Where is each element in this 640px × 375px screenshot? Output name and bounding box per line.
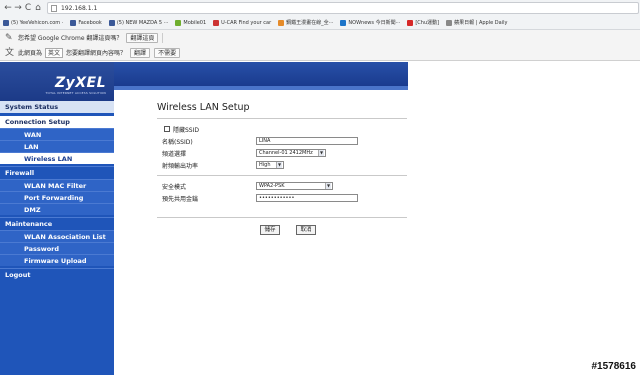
menu-system-status[interactable]: System Status [0, 101, 114, 113]
translate-options-bar: 文 此網頁為 英文 您要翻譯網頁內容嗎？ 翻譯 不需要 [0, 45, 640, 61]
bookmarks-bar: (5) YeeVehicon.com · Facebook (5) NEW MAZD… [0, 16, 640, 30]
menu-logout[interactable]: Logout [0, 268, 114, 280]
menu-item-port-forwarding[interactable]: Port Forwarding [0, 191, 114, 203]
reload-icon[interactable]: C [23, 2, 33, 14]
bookmark-label: NOWnews 今日新聞··· [348, 20, 401, 26]
chevron-down-icon: ▼ [318, 150, 324, 156]
translate-page-button[interactable]: 翻譯這頁 [126, 32, 159, 43]
logo-tagline: TOTAL INTERNET ACCESS SOLUTION [45, 91, 106, 95]
channel-select[interactable]: Channel-01 2412MHz ▼ [256, 149, 326, 157]
menu-item-firmware-upload[interactable]: Firmware Upload [0, 254, 114, 266]
bookmark-favicon-icon [3, 19, 9, 26]
power-value: High [259, 162, 271, 168]
bookmark-favicon-icon [108, 19, 115, 26]
divider [162, 32, 164, 43]
home-icon[interactable]: ⌂ [33, 2, 43, 14]
bookmark-item[interactable]: 蘋果日報 | Apple Daily [446, 19, 507, 26]
bookmark-label: 鋼鐵王漫畫在線_全··· [286, 20, 334, 26]
browser-toolbar: ← → C ⌂ 192.168.1.1 [0, 0, 640, 16]
bookmark-item[interactable]: (5) YeeVehicon.com · [3, 19, 64, 26]
bookmark-item[interactable]: NOWnews 今日新聞··· [340, 19, 400, 26]
bookmark-item[interactable]: (5) NEW MAZDA 5 ··· [108, 19, 169, 26]
language-icon: 文 [5, 47, 15, 58]
divider [157, 118, 407, 119]
security-value: WPA2-PSK [259, 183, 285, 189]
bookmark-label: U-CAR Find your car [221, 19, 272, 26]
watermark: #1578616 [591, 361, 637, 372]
zyxel-logo: ZyXEL [54, 75, 106, 91]
bookmark-favicon-icon [407, 19, 414, 26]
bookmark-favicon-icon [213, 19, 220, 26]
bookmark-item[interactable]: Mobile01 [175, 19, 207, 26]
security-select[interactable]: WPA2-PSK ▼ [256, 182, 333, 190]
power-label: 射頻輸出功率 [162, 163, 199, 170]
menu-maintenance[interactable]: Maintenance [0, 217, 114, 229]
chevron-down-icon: ▼ [276, 162, 282, 168]
bookmark-favicon-icon [278, 19, 285, 26]
language-label: 此網頁為 [18, 50, 43, 57]
menu-firewall[interactable]: Firewall [0, 166, 114, 178]
ssid-label: 名稱(SSID) [162, 139, 193, 146]
hide-ssid-checkbox[interactable] [164, 126, 170, 132]
address-bar[interactable]: 192.168.1.1 [47, 2, 639, 14]
divider [157, 175, 407, 176]
security-label: 安全模式 [162, 184, 187, 191]
address-url: 192.168.1.1 [61, 4, 98, 12]
bookmark-label: [Chu運動] [415, 20, 440, 26]
bookmark-label: (5) NEW MAZDA 5 ··· [116, 19, 169, 26]
bookmark-favicon-icon [70, 19, 77, 26]
screen: ← → C ⌂ 192.168.1.1 (5) YeeVehicon.com ·… [0, 0, 640, 375]
translate-no-button[interactable]: 不需要 [154, 47, 181, 58]
translate-prompt: 您希望 Google Chrome 翻譯這頁嗎？ [18, 35, 123, 42]
header-band [114, 62, 408, 86]
psk-label: 預先共用金鑰 [162, 196, 199, 203]
bookmark-item[interactable]: 鋼鐵王漫畫在線_全··· [278, 19, 333, 26]
menu-item-dmz[interactable]: DMZ [0, 203, 114, 215]
menu-item-wlan-mac-filter[interactable]: WLAN MAC Filter [0, 179, 114, 191]
translate-infobar: ✎ 您希望 Google Chrome 翻譯這頁嗎？ 翻譯這頁 [0, 30, 640, 45]
psk-input[interactable]: •••••••••••• [256, 194, 358, 202]
translate-question: 您要翻譯網頁內容嗎？ [66, 50, 127, 57]
translate-icon: ✎ [5, 32, 13, 43]
bookmark-favicon-icon [340, 19, 347, 26]
language-select[interactable]: 英文 [45, 47, 64, 58]
bookmark-label: Facebook [78, 19, 102, 26]
logo-box: ZyXEL TOTAL INTERNET ACCESS SOLUTION [0, 62, 114, 101]
bookmark-label: (5) YeeVehicon.com · [11, 19, 64, 26]
channel-label: 頻道選擇 [162, 151, 187, 158]
bookmark-item[interactable]: [Chu運動] [407, 19, 439, 26]
hide-ssid-label: 隱藏SSID [173, 127, 200, 134]
power-select[interactable]: High ▼ [256, 161, 284, 169]
bookmark-label: 蘋果日報 | Apple Daily [454, 20, 508, 26]
main-content: Wireless LAN Setup 隱藏SSID 名稱(SSID) LINA … [114, 90, 408, 360]
menu-item-wireless-lan[interactable]: Wireless LAN [0, 152, 114, 164]
ssid-input[interactable]: LINA [256, 137, 358, 145]
bookmark-item[interactable]: U-CAR Find your car [213, 19, 272, 26]
apply-button[interactable]: 儲存 [260, 225, 280, 235]
bookmark-item[interactable]: Facebook [70, 19, 102, 26]
menu-item-password[interactable]: Password [0, 242, 114, 254]
channel-value: Channel-01 2412MHz [259, 150, 313, 156]
divider [157, 217, 407, 218]
bookmark-favicon-icon [446, 19, 453, 26]
menu-connection-setup[interactable]: Connection Setup [0, 116, 114, 128]
sidebar: System Status Connection Setup WAN LAN W… [0, 101, 114, 375]
page-title: Wireless LAN Setup [157, 102, 250, 113]
bookmark-label: Mobile01 [183, 19, 207, 26]
right-blank-area [408, 62, 640, 375]
logo-area: ZyXEL TOTAL INTERNET ACCESS SOLUTION [0, 62, 114, 101]
menu-item-lan[interactable]: LAN [0, 140, 114, 152]
cancel-button[interactable]: 取消 [296, 225, 316, 235]
forward-icon[interactable]: → [13, 2, 23, 14]
chevron-down-icon: ▼ [325, 183, 331, 189]
translate-yes-button[interactable]: 翻譯 [130, 47, 151, 58]
bookmark-favicon-icon [175, 19, 182, 26]
page-icon [51, 4, 57, 12]
back-icon[interactable]: ← [3, 2, 13, 14]
menu-item-wan[interactable]: WAN [0, 128, 114, 140]
menu-item-wlan-association-list[interactable]: WLAN Association List [0, 230, 114, 242]
